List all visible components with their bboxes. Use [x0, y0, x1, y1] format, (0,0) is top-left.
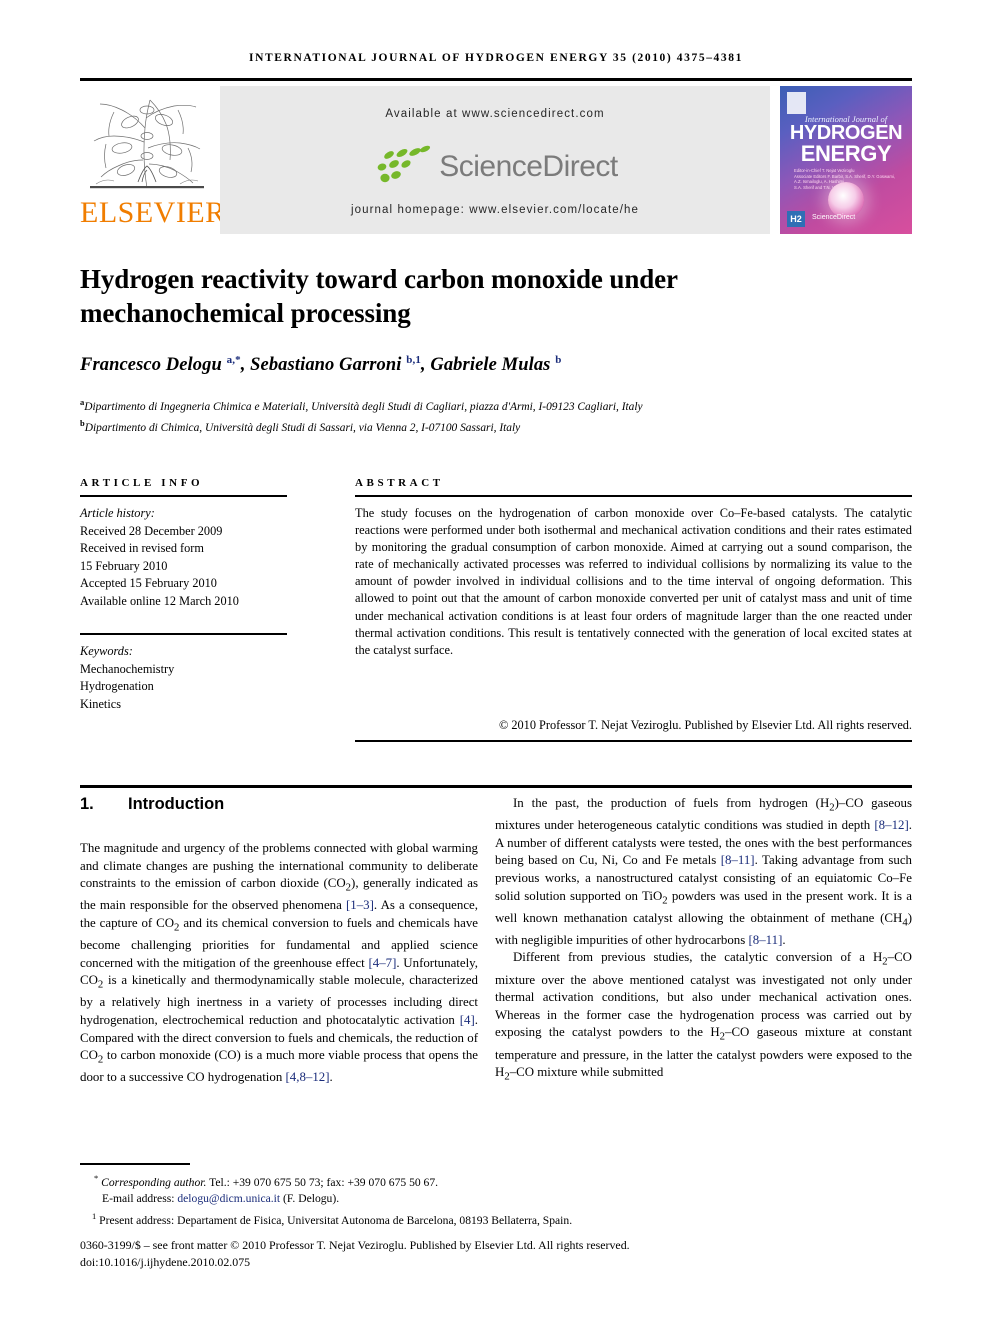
article-history-item: Received in revised form	[80, 541, 204, 556]
paragraph: Different from previous studies, the cat…	[495, 950, 912, 1083]
keyword-item: Mechanochemistry	[80, 661, 175, 676]
article-info-heading: Article info	[80, 477, 204, 489]
front-matter-line: 0360-3199/$ – see front matter © 2010 Pr…	[80, 1238, 630, 1252]
section-heading-introduction: 1. Introduction	[80, 795, 478, 814]
elsevier-wordmark: ELSEVIER	[80, 196, 226, 229]
footnote-rule	[80, 1163, 190, 1165]
top-rule	[80, 78, 912, 81]
article-history: Article history: Received 28 December 20…	[80, 505, 310, 611]
elsevier-cover-logo-icon	[787, 92, 806, 114]
abstract-text: The study focuses on the hydrogenation o…	[355, 506, 912, 657]
article-history-item: Available online 12 March 2010	[80, 593, 239, 608]
cover-orb-graphic	[828, 182, 864, 218]
cover-title-line3: ENERGY	[800, 141, 892, 166]
keyword-item: Hydrogenation	[80, 679, 154, 694]
article-history-item: 15 February 2010	[80, 558, 168, 573]
affiliations: aDipartimento di Ingegneria Chimica e Ma…	[80, 394, 912, 437]
abstract-copyright: © 2010 Professor T. Nejat Veziroglu. Pub…	[498, 718, 912, 732]
page-title: Hydrogen reactivity toward carbon monoxi…	[80, 264, 678, 328]
doi-line[interactable]: doi:10.1016/j.ijhydene.2010.02.075	[80, 1254, 912, 1271]
elsevier-logo[interactable]: ELSEVIER	[80, 86, 226, 234]
available-at-text: Available at www.sciencedirect.com	[385, 108, 605, 120]
email-suffix: (F. Delogu).	[283, 1192, 340, 1206]
body-column-left: 1. Introduction The magnitude and urgenc…	[80, 795, 478, 1087]
keywords-label: Keywords:	[80, 644, 133, 658]
footnote-email-line: E-mail address: delogu@dicm.unica.it (F.…	[80, 1191, 912, 1208]
cover-h2-badge: H2	[787, 211, 805, 227]
footnote-corresponding-author: * Corresponding author. Tel.: +39 070 67…	[94, 1173, 439, 1189]
journal-homepage-text[interactable]: journal homepage: www.elsevier.com/locat…	[220, 204, 770, 216]
journal-cover-image[interactable]: International Journal of HYDROGEN ENERGY…	[780, 86, 912, 234]
abstract-rule-top	[355, 495, 912, 497]
abstract-rule-bottom	[355, 740, 912, 742]
article-history-item: Accepted 15 February 2010	[80, 576, 217, 591]
article-info-rule-top	[80, 495, 287, 497]
keyword-item: Kinetics	[80, 696, 121, 711]
email-label: E-mail address:	[102, 1192, 175, 1206]
sciencedirect-logo[interactable]: ScienceDirect	[220, 144, 770, 190]
abstract-heading: Abstract	[355, 477, 444, 489]
sciencedirect-banner: Available at www.sciencedirect.com Scien…	[220, 86, 770, 234]
section-number: 1.	[80, 795, 94, 813]
footnote-present-address: 1 Present address: Departament de Fisica…	[92, 1211, 573, 1227]
footnotes-block: * Corresponding author. Tel.: +39 070 67…	[80, 1170, 912, 1230]
affiliation-item: aDipartimento di Ingegneria Chimica e Ma…	[80, 394, 912, 415]
masthead: ELSEVIER Available at www.sciencedirect.…	[80, 86, 912, 234]
paragraph: In the past, the production of fuels fro…	[495, 796, 912, 947]
section-title: Introduction	[128, 795, 225, 813]
cover-title-line2: HYDROGEN	[789, 122, 903, 144]
sciencedirect-wordmark: ScienceDirect	[439, 150, 618, 183]
affiliation-text: Dipartimento di Ingegneria Chimica e Mat…	[84, 400, 643, 413]
body-rule	[80, 785, 912, 788]
affiliation-item: bDipartimento di Chimica, Università deg…	[80, 415, 912, 436]
body-column-right: In the past, the production of fuels fro…	[495, 795, 912, 1086]
keywords-block: Keywords: Mechanochemistry Hydrogenation…	[80, 643, 310, 713]
email-link[interactable]: delogu@dicm.unica.it	[177, 1192, 280, 1205]
cover-sciencedirect-label: ScienceDirect	[812, 214, 856, 221]
elsevier-tree-icon	[86, 90, 208, 194]
affiliation-text: Dipartimento di Chimica, Università degl…	[84, 422, 521, 435]
article-info-rule-bottom	[80, 633, 287, 635]
article-history-label: Article history:	[80, 506, 155, 520]
author-list: Francesco Delogu a,*, Sebastiano Garroni…	[80, 354, 562, 376]
paragraph: The magnitude and urgency of the problem…	[80, 841, 479, 1085]
running-head: International Journal of Hydrogen Energy…	[249, 52, 743, 64]
footer-block: 0360-3199/$ – see front matter © 2010 Pr…	[80, 1237, 912, 1270]
sciencedirect-leaves-icon	[372, 145, 434, 190]
journal-article-page: International Journal of Hydrogen Energy…	[0, 0, 992, 1323]
article-history-item: Received 28 December 2009	[80, 523, 223, 538]
